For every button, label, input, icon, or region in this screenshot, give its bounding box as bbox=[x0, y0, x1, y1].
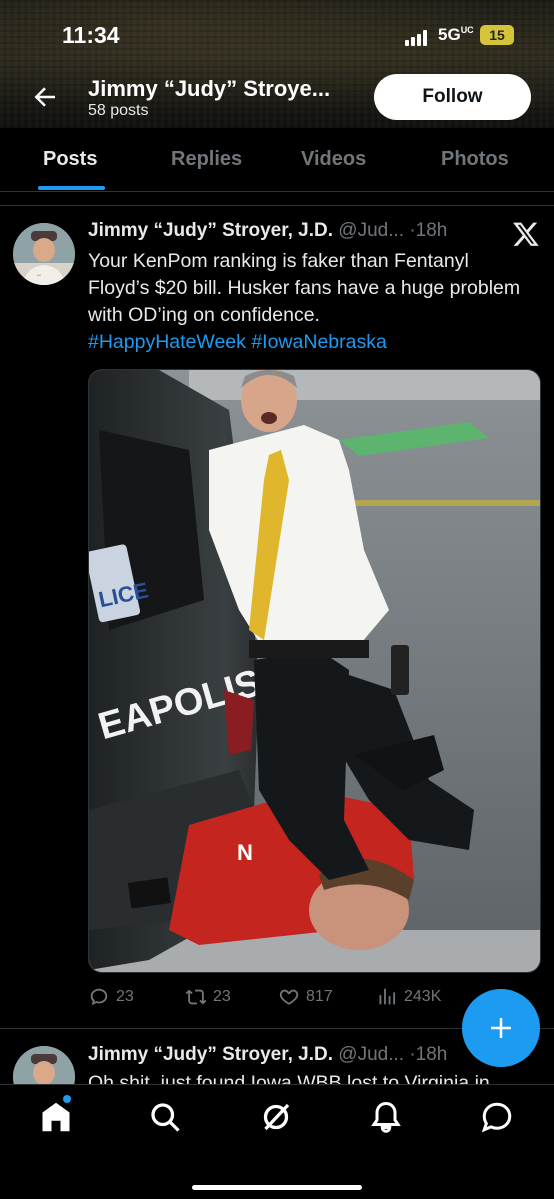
compose-button[interactable] bbox=[462, 989, 540, 1067]
tweet-time: 18h bbox=[415, 1044, 448, 1065]
avatar[interactable]: ~ bbox=[13, 223, 75, 285]
active-tab-indicator bbox=[38, 186, 105, 190]
author-name[interactable]: Jimmy “Judy” Stroyer, J.D. bbox=[88, 1044, 333, 1065]
tweet[interactable]: ~ Jimmy “Judy” Stroyer, J.D. @Jud... ·18… bbox=[0, 205, 554, 1028]
status-bar: 11:34 5GUC 15 bbox=[0, 22, 554, 52]
avatar[interactable] bbox=[13, 1046, 75, 1084]
author-name[interactable]: Jimmy “Judy” Stroyer, J.D. bbox=[88, 220, 333, 241]
grok-icon[interactable] bbox=[258, 1099, 294, 1135]
repost-count: 23 bbox=[213, 988, 231, 1005]
like-count: 817 bbox=[306, 988, 333, 1005]
tweet-time: 18h bbox=[415, 220, 448, 241]
hashtag-link[interactable]: #HappyHateWeek bbox=[88, 331, 246, 353]
bottom-nav bbox=[0, 1084, 554, 1199]
back-arrow-icon[interactable] bbox=[30, 82, 60, 112]
plus-icon bbox=[491, 1018, 511, 1038]
reply-icon bbox=[90, 988, 108, 1006]
tweet-header: Jimmy “Judy” Stroyer, J.D. @Jud... ·18h bbox=[88, 1044, 448, 1065]
tab-posts[interactable]: Posts bbox=[43, 148, 97, 171]
tweet-image[interactable]: LICE EAPOLIS N bbox=[88, 369, 541, 973]
notification-dot bbox=[63, 1095, 71, 1103]
tweet-body: Your KenPom ranking is faker than Fentan… bbox=[88, 250, 521, 326]
tab-videos[interactable]: Videos bbox=[301, 148, 366, 171]
heart-icon bbox=[279, 989, 299, 1005]
follow-button[interactable]: Follow bbox=[374, 74, 531, 120]
tweet-text: Oh shit, just found Iowa WBB lost to Vir… bbox=[88, 1072, 490, 1084]
repost-icon bbox=[185, 989, 207, 1005]
home-indicator bbox=[192, 1185, 362, 1190]
views-icon bbox=[379, 988, 396, 1005]
hashtags: #HappyHateWeek #IowaNebraska bbox=[88, 329, 528, 356]
reply-button[interactable]: 23 bbox=[88, 986, 134, 1008]
signal-icon bbox=[405, 30, 427, 46]
author-handle[interactable]: @Jud... bbox=[338, 1044, 404, 1065]
tab-photos[interactable]: Photos bbox=[441, 148, 509, 171]
tweet-header: Jimmy “Judy” Stroyer, J.D. @Jud... ·18h bbox=[88, 220, 448, 241]
status-time: 11:34 bbox=[62, 22, 120, 48]
profile-topbar: Jimmy “Judy” Stroye... 58 posts Follow bbox=[0, 72, 554, 122]
messages-icon[interactable] bbox=[479, 1099, 515, 1135]
hashtag-link[interactable]: #IowaNebraska bbox=[251, 331, 387, 353]
search-icon[interactable] bbox=[147, 1099, 183, 1135]
profile-tabs: Posts Replies Videos Photos bbox=[0, 128, 554, 192]
profile-name: Jimmy “Judy” Stroye... bbox=[88, 76, 331, 101]
x-logo-icon bbox=[512, 220, 540, 248]
reply-count: 23 bbox=[116, 988, 134, 1005]
author-handle[interactable]: @Jud... bbox=[338, 220, 404, 241]
home-icon[interactable] bbox=[38, 1099, 74, 1135]
network-label: 5GUC bbox=[438, 25, 474, 44]
shirt-logo: N bbox=[237, 840, 253, 865]
svg-text:~: ~ bbox=[37, 272, 41, 280]
views-button[interactable]: 243K bbox=[376, 986, 441, 1008]
tweet-text: Your KenPom ranking is faker than Fentan… bbox=[88, 248, 528, 356]
repost-button[interactable]: 23 bbox=[185, 986, 231, 1008]
battery-icon: 15 bbox=[480, 25, 514, 45]
tab-replies[interactable]: Replies bbox=[171, 148, 242, 171]
notifications-icon[interactable] bbox=[368, 1099, 404, 1135]
like-button[interactable]: 817 bbox=[278, 986, 333, 1008]
views-count: 243K bbox=[404, 988, 442, 1005]
post-count: 58 posts bbox=[88, 102, 149, 119]
